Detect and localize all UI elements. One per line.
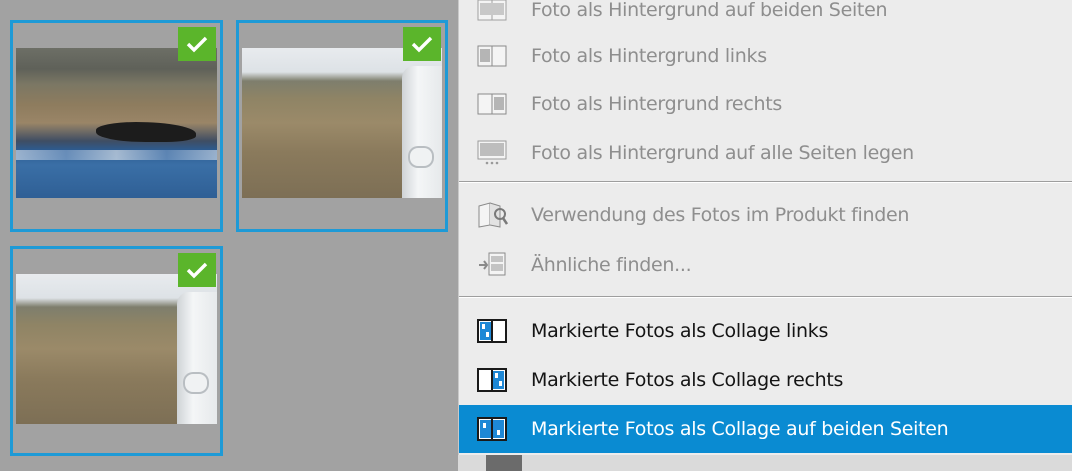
photo-thumbnail-track-2[interactable]: [10, 246, 223, 456]
menu-item-label: Ähnliche finden...: [531, 254, 692, 276]
collage-right-icon: [475, 367, 509, 393]
background-all-pages-icon: [475, 140, 509, 166]
background-right-icon: [475, 91, 509, 117]
collage-both-icon: [475, 416, 509, 442]
menu-item-label: Markierte Fotos als Collage rechts: [531, 369, 844, 391]
selected-check-icon[interactable]: [403, 27, 441, 61]
menu-separator: [459, 296, 1072, 298]
collage-left-icon: [475, 318, 509, 344]
menu-item-background-all-pages[interactable]: Foto als Hintergrund auf alle Seiten leg…: [459, 131, 1072, 175]
menu-item-label: Foto als Hintergrund links: [531, 45, 767, 67]
menu-item-find-usage[interactable]: Verwendung des Fotos im Produkt finden: [459, 193, 1072, 237]
menu-separator: [459, 181, 1072, 183]
selected-check-icon[interactable]: [178, 27, 216, 61]
find-similar-icon: [475, 252, 509, 278]
menu-bottom-edge: [458, 455, 1072, 471]
photo-thumbnail-coast[interactable]: [10, 20, 223, 232]
find-usage-icon: [475, 202, 509, 228]
menu-item-find-similar[interactable]: Ähnliche finden...: [459, 243, 1072, 287]
menu-item-label: Markierte Fotos als Collage links: [531, 320, 829, 342]
menu-item-background-right[interactable]: Foto als Hintergrund rechts: [459, 82, 1072, 126]
photo-thumbnail-track[interactable]: [236, 20, 448, 232]
menu-item-collage-right[interactable]: Markierte Fotos als Collage rechts: [459, 358, 1072, 402]
menu-item-background-left[interactable]: Foto als Hintergrund links: [459, 34, 1072, 78]
menu-item-collage-left[interactable]: Markierte Fotos als Collage links: [459, 309, 1072, 353]
background-left-icon: [475, 43, 509, 69]
background-both-icon: [475, 0, 509, 23]
menu-item-label: Markierte Fotos als Collage auf beiden S…: [531, 418, 949, 440]
photo-image: [16, 48, 217, 198]
menu-item-collage-both[interactable]: Markierte Fotos als Collage auf beiden S…: [459, 405, 1072, 453]
context-menu: Foto als Hintergrund auf beiden Seiten F…: [458, 0, 1072, 471]
menu-item-background-both[interactable]: Foto als Hintergrund auf beiden Seiten: [459, 0, 1072, 32]
menu-item-label: Foto als Hintergrund auf beiden Seiten: [531, 0, 888, 21]
selected-check-icon[interactable]: [178, 253, 216, 287]
menu-item-label: Verwendung des Fotos im Produkt finden: [531, 204, 910, 226]
photo-image: [242, 48, 442, 198]
menu-item-label: Foto als Hintergrund rechts: [531, 93, 782, 115]
photo-image: [16, 274, 217, 424]
menu-item-label: Foto als Hintergrund auf alle Seiten leg…: [531, 142, 914, 164]
